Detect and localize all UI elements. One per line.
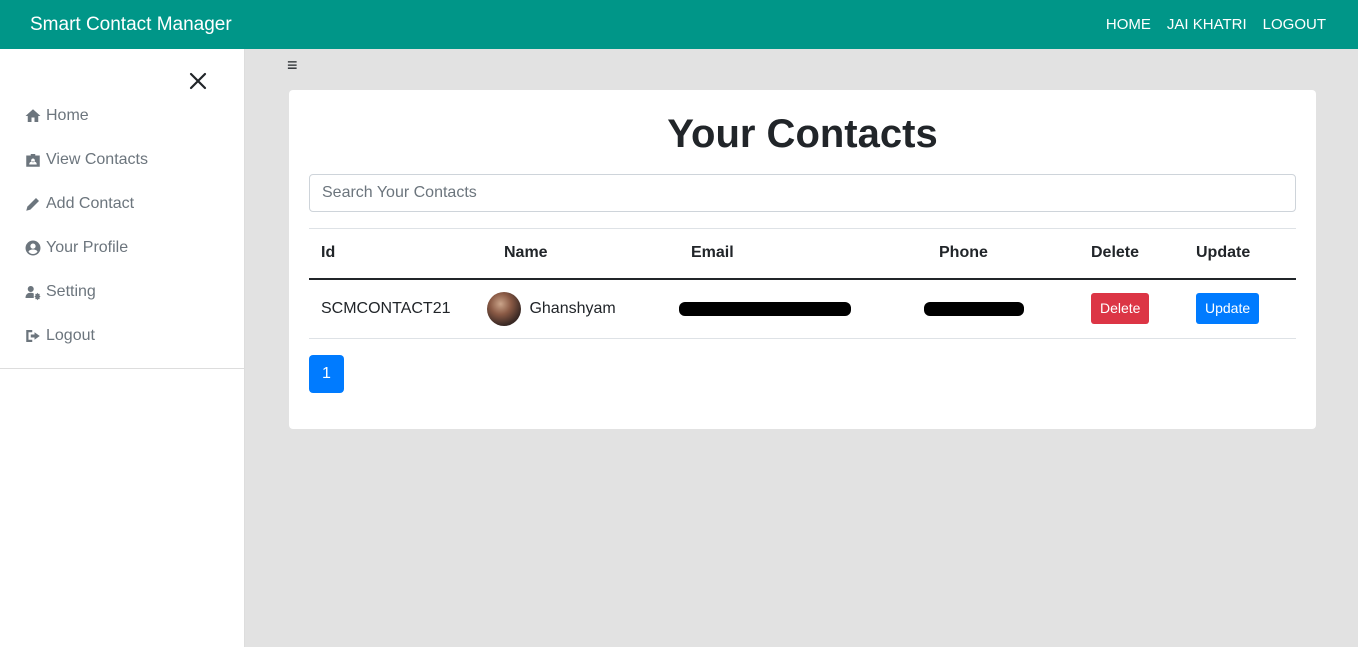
update-cell: Update — [1184, 278, 1296, 339]
close-icon[interactable] — [186, 69, 210, 93]
page-title: Your Contacts — [667, 112, 938, 156]
home-icon — [25, 109, 41, 122]
nav-user-link[interactable]: JAI KHATRI — [1167, 16, 1247, 33]
redacted-phone — [924, 301, 1024, 316]
sidebar-item-label: Home — [46, 107, 89, 124]
sidebar-item-logout[interactable]: Logout — [0, 314, 245, 358]
column-header-phone: Phone — [927, 228, 1079, 280]
contacts-card: Your Contacts Id Name Email Phone Delete… — [289, 90, 1316, 429]
redacted-email[interactable] — [679, 301, 851, 316]
table-header-row: Id Name Email Phone Delete Update — [309, 228, 1296, 280]
user-cog-icon — [25, 286, 41, 301]
nav-links: HOME JAI KHATRI LOGOUT — [1106, 16, 1326, 33]
sidebar-item-add-contact[interactable]: Add Contact — [0, 182, 245, 226]
update-button[interactable]: Update — [1196, 293, 1260, 325]
column-header-email: Email — [679, 228, 927, 280]
id-badge-icon — [26, 154, 40, 167]
table-row: SCMCONTACT21 Ghanshyam Delete Update — [309, 278, 1296, 339]
pagination-page-1[interactable]: 1 — [309, 355, 344, 393]
sidebar-item-label: Add Contact — [46, 195, 135, 212]
sidebar-item-label: Setting — [46, 283, 96, 300]
sidebar: Home View Contacts Add Contact Your Prof… — [0, 49, 245, 647]
sidebar-item-view-contacts[interactable]: View Contacts — [0, 138, 245, 182]
contacts-table: Id Name Email Phone Delete Update SCMCON… — [309, 228, 1296, 339]
menu-toggle-icon[interactable]: ≡ — [287, 56, 303, 74]
column-header-name: Name — [492, 228, 679, 280]
sidebar-item-label: View Contacts — [46, 151, 148, 168]
sidebar-menu: Home View Contacts Add Contact Your Prof… — [0, 94, 245, 369]
column-header-update: Update — [1184, 228, 1296, 280]
search-input[interactable] — [309, 174, 1296, 212]
column-header-id: Id — [309, 228, 492, 280]
sidebar-item-setting[interactable]: Setting — [0, 270, 245, 314]
user-circle-icon — [25, 240, 41, 256]
nav-logout-link[interactable]: LOGOUT — [1263, 16, 1326, 33]
sidebar-item-label: Your Profile — [46, 239, 129, 256]
contact-phone-cell — [924, 278, 1079, 339]
sidebar-item-home[interactable]: Home — [0, 94, 245, 138]
sign-out-icon — [26, 330, 40, 342]
contact-id: SCMCONTACT21 — [309, 278, 492, 339]
sidebar-item-your-profile[interactable]: Your Profile — [0, 226, 245, 270]
contact-name[interactable]: Ghanshyam — [529, 300, 615, 317]
delete-button[interactable]: Delete — [1091, 293, 1150, 325]
avatar — [487, 291, 521, 326]
delete-cell: Delete — [1079, 278, 1184, 339]
sidebar-item-label: Logout — [46, 327, 95, 344]
pencil-icon — [26, 198, 39, 211]
nav-home-link[interactable]: HOME — [1106, 16, 1151, 33]
column-header-delete: Delete — [1079, 228, 1184, 280]
top-navbar: Smart Contact Manager HOME JAI KHATRI LO… — [0, 0, 1358, 49]
brand-title[interactable]: Smart Contact Manager — [30, 14, 232, 36]
contact-name-cell: Ghanshyam — [487, 278, 679, 339]
contact-email-cell — [679, 278, 927, 339]
